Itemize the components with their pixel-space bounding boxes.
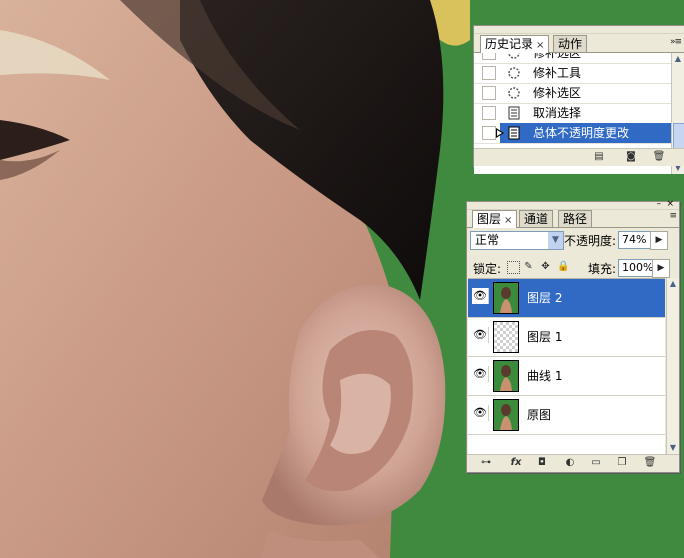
tab-channels[interactable]: 通道	[519, 210, 554, 227]
photo-thumbnail-image	[494, 361, 518, 391]
layer-list: 👁 图层 2 👁 图层 1 👁 曲线 1 👁 原图	[468, 278, 665, 455]
tab-actions[interactable]: 动作	[553, 35, 588, 52]
scroll-thumb[interactable]	[673, 123, 684, 150]
history-item[interactable]: 修补选区	[474, 83, 671, 104]
eye-icon[interactable]: 👁	[472, 366, 489, 382]
scroll-up-icon[interactable]: ▲	[673, 54, 683, 64]
new-document-from-state-icon[interactable]: ▤	[592, 151, 606, 163]
fill-label: 填充:	[588, 262, 617, 276]
document-icon	[508, 126, 520, 140]
fx-icon[interactable]: fx	[509, 457, 523, 469]
lock-transparent-pixels-icon[interactable]	[507, 261, 520, 274]
history-item-label: 修补选区	[533, 86, 582, 100]
tab-paths[interactable]: 路径	[558, 210, 593, 227]
layer-thumbnail[interactable]	[493, 321, 519, 353]
history-footer: ▤ ◙ 🗑	[474, 148, 684, 166]
fill-value: 100%	[622, 261, 654, 274]
chevron-down-icon[interactable]: ▼	[548, 232, 563, 249]
tab-channels-label: 通道	[524, 212, 549, 226]
layers-scrollbar[interactable]: ▲ ▼	[666, 278, 679, 454]
layer-thumbnail[interactable]	[493, 360, 519, 392]
history-item-label: 取消选择	[533, 106, 582, 120]
layer-row-layer-1[interactable]: 👁 图层 1	[468, 318, 665, 357]
panel-menu-icon[interactable]: »≡	[670, 37, 682, 47]
history-tabbar: 历史记录 × 动作 »≡	[474, 33, 684, 53]
eye-icon[interactable]: 👁	[472, 288, 489, 304]
opacity-label: 不透明度:	[564, 234, 617, 248]
layer-row-layer-2[interactable]: 👁 图层 2	[468, 279, 665, 318]
layer-thumbnail[interactable]	[493, 399, 519, 431]
opacity-slider-arrow-icon[interactable]: ▶	[650, 231, 668, 250]
history-source-checkbox[interactable]	[482, 126, 496, 140]
fill-slider-arrow-icon[interactable]: ▶	[652, 259, 670, 278]
history-source-checkbox[interactable]	[482, 53, 496, 60]
tab-history[interactable]: 历史记录 ×	[480, 35, 550, 53]
layer-row-original[interactable]: 👁 原图	[468, 396, 665, 435]
layer-name[interactable]: 图层 2	[527, 289, 562, 306]
photo-thumbnail-image	[494, 400, 518, 430]
layer-name[interactable]: 曲线 1	[527, 367, 562, 384]
link-layers-icon[interactable]: ⊶	[479, 457, 493, 469]
tab-history-label: 历史记录	[485, 37, 534, 51]
scroll-up-icon[interactable]: ▲	[668, 279, 678, 289]
lock-position-icon[interactable]: ✥	[540, 261, 551, 272]
history-item-selected[interactable]: 总体不透明度更改	[474, 123, 671, 144]
photo-thumbnail-image	[494, 283, 518, 313]
patch-tool-icon	[508, 53, 520, 59]
layers-panel: – × 图层 × 通道 路径 ≡ 正常 ▼ 不透明度: 74% ▶ 锁定: ✎ ✥…	[466, 199, 680, 473]
tab-paths-label: 路径	[563, 212, 588, 226]
document-icon	[508, 106, 520, 120]
tab-layers-close-icon[interactable]: ×	[504, 215, 512, 226]
panel-menu-icon[interactable]: ≡	[669, 211, 676, 221]
blend-mode-select[interactable]: 正常 ▼	[470, 231, 564, 250]
history-source-checkbox[interactable]	[482, 86, 496, 100]
adjustment-layer-icon[interactable]: ◐	[563, 457, 577, 469]
blend-mode-value: 正常	[475, 233, 500, 247]
new-group-icon[interactable]: ▭	[589, 457, 603, 469]
history-state-slider-icon[interactable]	[496, 128, 504, 138]
tab-actions-label: 动作	[558, 37, 583, 51]
trash-icon[interactable]: 🗑	[643, 457, 657, 469]
layer-name[interactable]: 原图	[527, 406, 551, 423]
snapshot-icon[interactable]: ◙	[624, 151, 638, 163]
history-panel: 历史记录 × 动作 »≡ 修补选区 修补工具 修补选区 取消选择 总体不透明度更…	[473, 25, 684, 174]
layer-row-curves-1[interactable]: 👁 曲线 1	[468, 357, 665, 396]
eye-icon[interactable]: 👁	[472, 405, 489, 421]
history-item-label: 总体不透明度更改	[533, 126, 630, 140]
lock-all-icon[interactable]: 🔒	[557, 261, 569, 272]
tab-layers[interactable]: 图层 ×	[472, 210, 518, 228]
lock-label: 锁定:	[473, 262, 502, 276]
scroll-down-icon[interactable]: ▼	[668, 443, 678, 453]
history-item[interactable]: 修补工具	[474, 63, 671, 84]
history-item-label: 修补工具	[533, 66, 582, 80]
fill-field[interactable]: 100% ▶	[618, 259, 670, 278]
eye-icon[interactable]: 👁	[472, 327, 489, 343]
trash-icon[interactable]: 🗑	[652, 151, 666, 163]
opacity-value: 74%	[622, 233, 647, 246]
tab-history-close-icon[interactable]: ×	[536, 40, 544, 51]
history-item-label: 修补选区	[533, 53, 582, 60]
layer-name[interactable]: 图层 1	[527, 328, 562, 345]
history-source-checkbox[interactable]	[482, 106, 496, 120]
lock-image-pixels-icon[interactable]: ✎	[523, 261, 534, 272]
history-item[interactable]: 取消选择	[474, 103, 671, 124]
add-mask-icon[interactable]: ◘	[535, 457, 549, 469]
history-source-checkbox[interactable]	[482, 66, 496, 80]
patch-tool-icon	[508, 87, 520, 99]
patch-tool-icon	[508, 67, 520, 79]
new-layer-icon[interactable]: ❐	[615, 457, 629, 469]
layers-tabbar: 图层 × 通道 路径 ≡	[467, 208, 679, 228]
transparent-thumbnail-image	[494, 322, 518, 352]
tab-layers-label: 图层	[477, 212, 502, 226]
layer-thumbnail[interactable]	[493, 282, 519, 314]
layers-footer: ⊶ fx ◘ ◐ ▭ ❐ 🗑	[467, 454, 679, 472]
opacity-field[interactable]: 74% ▶	[618, 231, 668, 250]
